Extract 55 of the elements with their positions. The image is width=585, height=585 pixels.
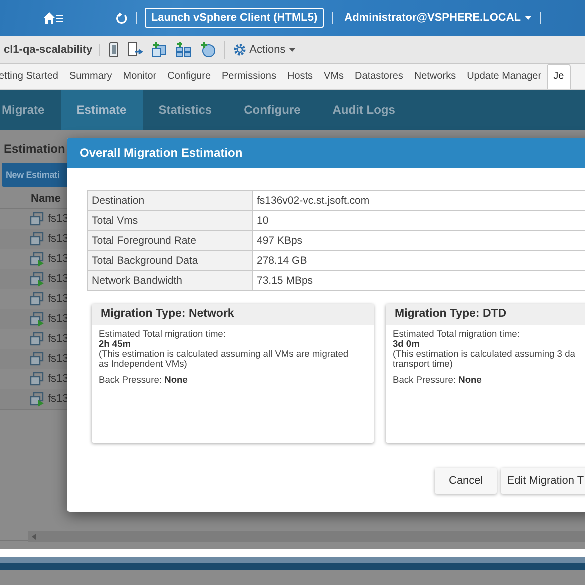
running-vm-icon [30,272,45,286]
tab[interactable]: Je [547,64,571,89]
export-icon[interactable] [128,42,144,58]
home-menu-icon[interactable] [44,12,64,24]
refresh-icon[interactable] [116,12,128,24]
vm-icon [30,332,45,346]
summary-label: Network Bandwidth [88,270,252,290]
vm-icon [30,292,45,306]
user-menu[interactable]: Administrator@VSPHERE.LOCAL [344,12,532,24]
actions-menu[interactable]: Actions [232,42,296,56]
object-name: cl1-qa-scalability [4,44,100,56]
new-network-icon[interactable] [200,42,216,58]
new-vm-icon[interactable] [152,42,168,58]
card-title: Migration Type: DTD [386,304,585,325]
vm-icon [30,372,45,386]
tab[interactable]: Datastores [350,65,409,89]
tab[interactable]: Summary [64,65,118,89]
estimation-note: (This estimation is calculated assuming all VMs are migrated as Independent VMs) [99,349,349,369]
new-vapp-icon[interactable] [176,42,192,58]
time-label: Estimated Total migration time: [99,329,226,339]
summary-label: Total Background Data [88,250,252,270]
caret-icon [288,48,296,52]
tab[interactable]: Configure [162,65,216,89]
vm-icon [30,212,45,226]
back-pressure: Back Pressure: None [99,375,188,385]
back-pressure: Back Pressure: None [393,375,482,385]
tab[interactable]: VMs [318,65,350,89]
running-vm-icon [30,252,45,266]
vm-icon [30,352,45,366]
estimation-note: (This estimation is calculated assuming 3 da transport time) [393,349,576,369]
edit-migration-button[interactable]: Edit Migration T [501,468,585,494]
tab[interactable]: Networks [408,65,462,89]
caret-icon [525,16,532,20]
panel-title: Estimation [4,142,66,156]
migration-time: 3d 0m [393,339,420,349]
running-vm-icon [30,312,45,326]
launch-client-button[interactable]: Launch vSphere Client (HTML5) [145,8,324,28]
card-title: Migration Type: Network [92,304,374,325]
summary-label: Total Foreground Rate [88,230,252,250]
summary-value: fs136v02-vc.st.jsoft.com [252,190,585,210]
tab[interactable]: Monitor [118,65,162,89]
migration-time: 2h 45m [99,339,132,349]
summary-label: Destination [88,190,252,210]
dialog-title: Overall Migration Estimation [67,138,585,168]
vm-icon [30,232,45,246]
horizontal-scrollbar[interactable] [28,531,585,542]
cancel-button[interactable]: Cancel [435,468,498,494]
time-label: Estimated Total migration time: [393,329,520,339]
tab[interactable]: Permissions [216,65,282,89]
tab[interactable]: Hosts [282,65,319,89]
tab[interactable]: Update Manager [462,65,548,89]
host-icon[interactable] [108,42,120,58]
summary-label: Total Vms [88,210,252,230]
settings-icon [232,42,247,56]
running-vm-icon [30,392,45,406]
